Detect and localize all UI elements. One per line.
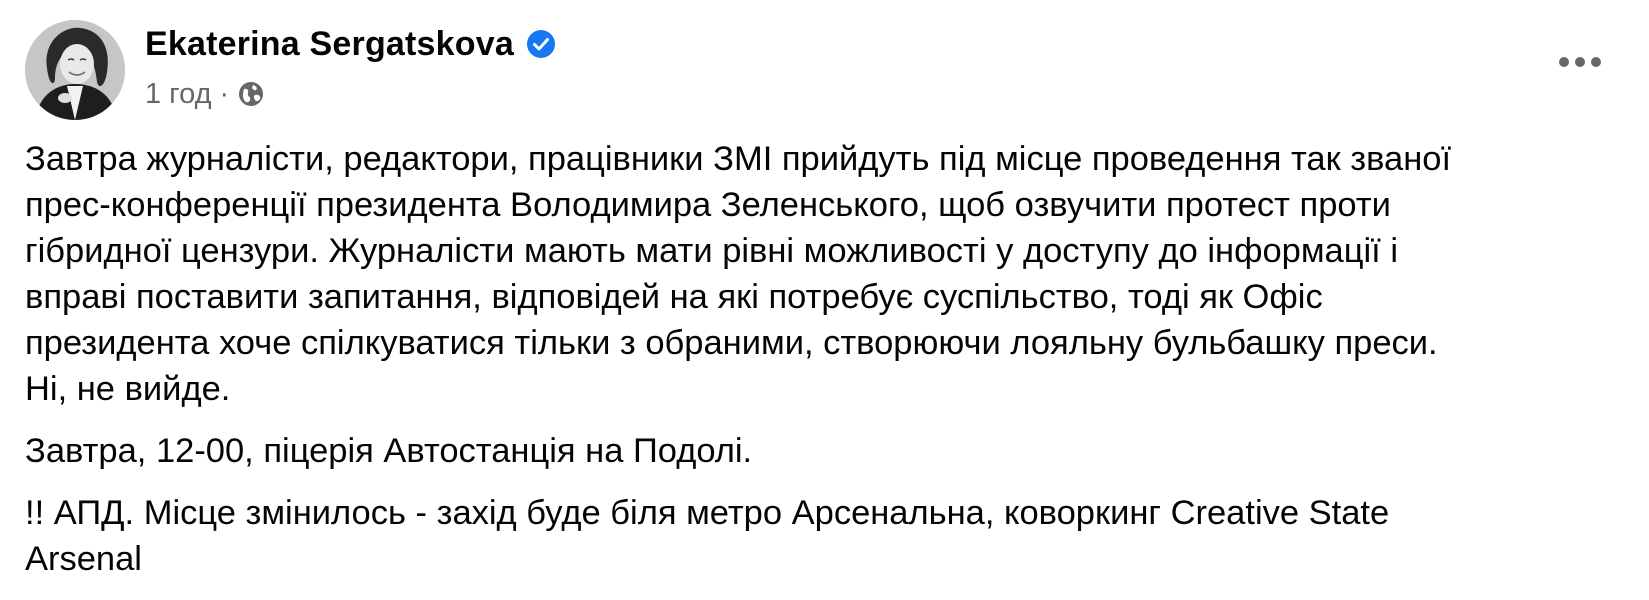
text-line: Ні, не вийде. [25, 370, 231, 408]
author-row: Ekaterina Sergatskova [145, 22, 556, 66]
meta-separator: · [219, 77, 230, 110]
text-line: Завтра журналісти, редактори, працівники… [25, 140, 1452, 178]
text-line: Arsenal [25, 540, 142, 578]
avatar-image [25, 20, 125, 120]
verified-badge-icon [526, 29, 556, 59]
text-line: гібридної цензури. Журналісти мають мати… [25, 232, 1399, 270]
post-paragraph: !! АПД. Місце змінилось - захід буде біл… [25, 490, 1625, 582]
post-paragraph: Завтра журналісти, редактори, працівники… [25, 136, 1625, 412]
avatar[interactable] [25, 20, 125, 120]
text-line: президента хоче спілкуватися тільки з об… [25, 324, 1438, 362]
post-paragraph: Завтра, 12-00, піцерія Автостанція на По… [25, 428, 1625, 474]
post-meta: 1 год · [145, 74, 265, 114]
text-line: вправі поставити запитання, відповідей н… [25, 278, 1323, 316]
author-name[interactable]: Ekaterina Sergatskova [145, 25, 514, 64]
post-text: Завтра журналісти, редактори, працівники… [25, 136, 1625, 582]
text-line: !! АПД. Місце змінилось - захід буде біл… [25, 494, 1390, 532]
facebook-post: Ekaterina Sergatskova 1 год · Завтра жур… [0, 0, 1649, 600]
more-options-button[interactable] [1550, 40, 1610, 84]
text-line: Завтра, 12-00, піцерія Автостанція на По… [25, 432, 753, 470]
post-header: Ekaterina Sergatskova 1 год · [0, 0, 1649, 130]
post-timestamp[interactable]: 1 год [145, 78, 212, 111]
more-options-icon [1559, 57, 1601, 67]
globe-icon[interactable] [237, 80, 265, 108]
text-line: прес-конференції президента Володимира З… [25, 186, 1391, 224]
